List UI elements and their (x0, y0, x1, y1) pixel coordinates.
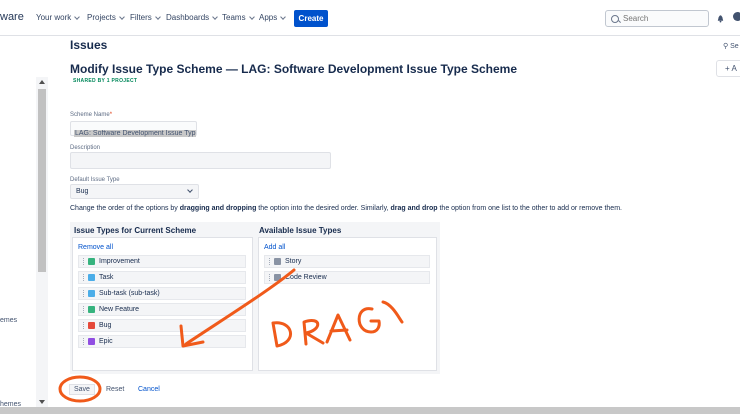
scheme-name-field[interactable]: LAG: Software Development Issue Typ (70, 121, 197, 137)
chevron-down-icon (154, 13, 161, 20)
issue-type-label: Sub-task (sub-task) (99, 290, 160, 297)
create-button[interactable]: Create (294, 10, 328, 27)
nav-apps[interactable]: Apps (259, 13, 287, 22)
drag-handle-icon[interactable] (269, 274, 271, 281)
chevron-down-icon (119, 13, 125, 20)
issue-type-icon (88, 306, 95, 313)
available-list-title: Available Issue Types (259, 226, 342, 235)
issue-type-item[interactable]: Code Review (264, 271, 430, 284)
horizontal-scrollbar[interactable] (0, 407, 740, 414)
nav-label: Filters (130, 13, 152, 22)
issue-type-icon (88, 338, 95, 345)
chevron-down-icon (187, 187, 193, 193)
instructions-text: Change the order of the options by dragg… (70, 205, 622, 212)
current-list-title: Issue Types for Current Scheme (74, 226, 197, 235)
search-box[interactable] (605, 10, 709, 27)
scroll-down-icon[interactable] (39, 400, 45, 404)
chevron-down-icon (212, 13, 218, 20)
cancel-link[interactable]: Cancel (138, 386, 160, 393)
default-type-label: Default Issue Type (70, 177, 120, 183)
issue-type-icon (88, 258, 95, 265)
issue-type-item[interactable]: Sub-task (sub-task) (78, 287, 246, 300)
scheme-name-value: LAG: Software Development Issue Typ (74, 130, 196, 137)
nav-label: Projects (87, 13, 116, 22)
reset-button[interactable]: Reset (106, 386, 124, 393)
logo[interactable]: ware (0, 11, 24, 23)
sidebar: emes hemes (0, 37, 36, 414)
drag-handle-icon[interactable] (83, 322, 85, 329)
issue-type-lists: Issue Types for Current Scheme Remove al… (70, 222, 440, 374)
right-search-link[interactable]: ⚲ Se (723, 42, 739, 50)
chevron-down-icon (74, 13, 81, 20)
sidebar-item-schemes[interactable]: emes (0, 317, 17, 324)
add-all-link[interactable]: Add all (264, 244, 285, 251)
available-issue-types-list[interactable]: Add all Story Code Review (258, 237, 437, 371)
nav-filters[interactable]: Filters (130, 13, 161, 22)
issue-type-item[interactable]: Epic (78, 335, 246, 348)
issue-type-label: Epic (99, 338, 113, 345)
page-title: Issues (70, 38, 108, 52)
nav-label: Dashboards (166, 13, 210, 22)
right-search-label: Se (730, 43, 739, 50)
nav-your-work[interactable]: Your work (36, 13, 81, 22)
scroll-up-icon[interactable] (39, 80, 45, 84)
drag-handle-icon[interactable] (83, 338, 85, 345)
current-issue-types-list[interactable]: Remove all Improvement Task Sub-task (sub-… (72, 237, 253, 371)
search-input[interactable] (623, 14, 703, 23)
issue-type-item[interactable]: Bug (78, 319, 246, 332)
right-add-button[interactable]: + A (716, 60, 740, 77)
drag-handle-icon[interactable] (83, 258, 85, 265)
nav-teams[interactable]: Teams (222, 13, 255, 22)
search-icon: ⚲ (723, 43, 729, 50)
issue-type-item[interactable]: New Feature (78, 303, 246, 316)
issue-type-label: New Feature (99, 306, 140, 313)
issue-type-icon (88, 274, 95, 281)
nav-label: Teams (222, 13, 246, 22)
nav-projects[interactable]: Projects (87, 13, 125, 22)
default-issue-type-select[interactable]: Bug (70, 184, 199, 199)
remove-all-link[interactable]: Remove all (78, 244, 113, 251)
issue-type-item[interactable]: Task (78, 271, 246, 284)
nav-dashboards[interactable]: Dashboards (166, 13, 218, 22)
issue-type-icon (274, 274, 281, 281)
issue-type-label: Improvement (99, 258, 140, 265)
save-button[interactable]: Save (69, 384, 95, 395)
nav-label: Your work (36, 13, 72, 22)
issue-type-label: Story (285, 258, 302, 265)
chevron-down-icon (280, 13, 287, 20)
chevron-down-icon (248, 13, 255, 20)
issue-type-label: Bug (99, 322, 112, 329)
issue-type-item[interactable]: Improvement (78, 255, 246, 268)
scroll-thumb[interactable] (38, 89, 46, 272)
issue-type-icon (88, 322, 95, 329)
search-icon (611, 14, 619, 23)
app-root: ware Your work Projects Filters Dashboar… (0, 0, 740, 414)
drag-handle-icon[interactable] (83, 306, 85, 313)
help-icon[interactable] (733, 12, 740, 21)
issue-type-label: Code Review (285, 274, 327, 281)
drag-handle-icon[interactable] (269, 258, 271, 265)
drag-handle-icon[interactable] (83, 274, 85, 281)
notification-icon[interactable] (716, 13, 725, 23)
nav-label: Apps (259, 13, 278, 22)
description-field[interactable] (70, 152, 331, 169)
issue-type-label: Task (99, 274, 114, 281)
issue-type-icon (274, 258, 281, 265)
description-label: Description (70, 145, 101, 151)
sidebar-scrollbar[interactable] (36, 77, 48, 407)
scheme-heading: Modify Issue Type Scheme — LAG: Software… (70, 62, 518, 76)
drag-handle-icon[interactable] (83, 290, 85, 297)
scheme-name-label: Scheme Name* (70, 112, 113, 118)
top-nav: ware Your work Projects Filters Dashboar… (0, 0, 740, 36)
issue-type-icon (88, 290, 95, 297)
issue-type-item[interactable]: Story (264, 255, 430, 268)
default-issue-type-value: Bug (76, 188, 89, 195)
shared-badge[interactable]: SHARED BY 1 PROJECT (73, 78, 137, 84)
